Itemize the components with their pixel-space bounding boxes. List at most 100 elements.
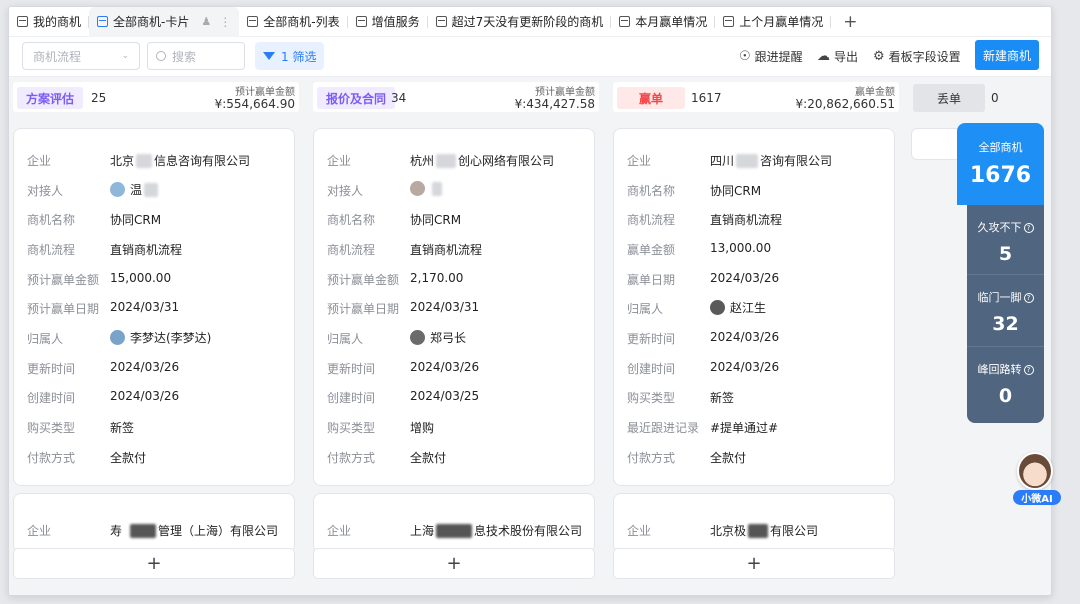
field-value: 2024/03/31	[410, 300, 480, 314]
stat-label: 久攻不下	[977, 221, 1022, 234]
field-label: 更新时间	[327, 362, 376, 376]
cloud-download-icon: ☁	[817, 48, 830, 64]
field-value: 2024/03/25	[410, 389, 480, 403]
new-opportunity-button[interactable]: 新建商机	[975, 40, 1039, 70]
flow-select[interactable]: 商机流程 ⌄	[22, 42, 140, 70]
total-label: 全部商机	[978, 141, 1023, 154]
stage-badge: 赢单	[617, 87, 686, 109]
field-label: 归属人	[27, 332, 64, 346]
field-value: 四川 咨询有限公司	[710, 153, 833, 168]
opportunity-card[interactable]: 企业 上海 息技术股份有限公司	[313, 493, 595, 553]
stage-count: 1617	[691, 91, 722, 105]
more-options-icon[interactable]: ⋮	[219, 15, 231, 29]
help-icon[interactable]: ?	[1023, 293, 1034, 303]
tab-all-opportunities-list[interactable]: 全部商机-列表	[239, 7, 348, 37]
gear-icon: ⚙	[873, 48, 885, 64]
add-card-button[interactable]: +	[313, 548, 595, 579]
field-value: 直销商机流程	[710, 213, 783, 227]
field-label: 企业	[27, 154, 52, 168]
tab-label: 增值服务	[371, 15, 420, 29]
field-value: 寿管理（上海）有限公司	[110, 523, 279, 538]
field-value: 2024/03/26	[110, 360, 180, 374]
help-icon[interactable]: ?	[1023, 365, 1034, 375]
field-settings-label: 看板字段设置	[888, 49, 961, 64]
tab-this-month-wins[interactable]: 本月赢单情况	[611, 7, 716, 37]
field-label: 赢单日期	[627, 273, 676, 287]
stage-badge: 方案评估	[17, 87, 84, 109]
field-label: 商机流程	[327, 243, 376, 257]
field-value: 2024/03/31	[110, 300, 180, 314]
add-card-button[interactable]: +	[13, 548, 295, 579]
field-label: 企业	[327, 154, 352, 168]
export-button[interactable]: ☁ 导出	[817, 42, 858, 70]
field-label: 预计赢单金额	[27, 273, 100, 287]
field-label: 最近跟进记录	[627, 421, 700, 435]
field-label: 企业	[27, 524, 52, 538]
search-input[interactable]: 搜索	[147, 42, 245, 70]
help-icon[interactable]: ?	[1023, 223, 1034, 233]
tab-label: 我的商机	[33, 15, 82, 29]
user-icon: ♟	[201, 15, 212, 28]
field-label: 预计赢单金额	[327, 273, 400, 287]
amount-value: ¥:20,862,660.51	[795, 97, 895, 111]
total-opportunities[interactable]: 全部商机 1676	[957, 123, 1044, 205]
tab-value-added-services[interactable]: 增值服务	[348, 7, 428, 37]
field-value: 全款付	[710, 451, 747, 465]
tab-my-opportunities[interactable]: 我的商机	[9, 7, 90, 37]
bell-icon: ☉	[739, 48, 751, 64]
tab-stale-7-days[interactable]: 超过7天没有更新阶段的商机	[428, 7, 612, 37]
opportunity-card[interactable]: 企业 杭州 创心网络有限公司 对接人 商机名称 协同CRM 商机流程 直销商机流程…	[313, 128, 595, 486]
field-label: 对接人	[27, 184, 64, 198]
field-value: 李梦达(李梦达)	[110, 329, 211, 346]
field-label: 商机名称	[327, 213, 376, 227]
tab-all-opportunities-card[interactable]: 全部商机-卡片 ♟ ⋮	[89, 7, 240, 37]
field-label: 对接人	[327, 184, 364, 198]
field-label: 购买类型	[327, 421, 376, 435]
export-label: 导出	[834, 49, 859, 64]
field-value: 上海 息技术股份有限公司	[410, 523, 583, 538]
field-label: 付款方式	[627, 451, 676, 465]
tab-last-month-wins[interactable]: 上个月赢单情况	[715, 7, 832, 37]
flow-select-placeholder: 商机流程	[33, 49, 82, 64]
stat-almost[interactable]: 临门一脚? 32	[967, 275, 1044, 347]
opportunity-card[interactable]: 企业 寿管理（上海）有限公司	[13, 493, 295, 553]
stat-value: 5	[998, 243, 1013, 265]
field-settings-button[interactable]: ⚙ 看板字段设置	[873, 42, 961, 70]
list-view-icon	[619, 16, 631, 27]
avatar	[110, 330, 125, 345]
field-label: 创建时间	[627, 362, 676, 376]
add-tab-icon[interactable]: +	[843, 12, 857, 32]
add-card-button[interactable]: +	[613, 548, 895, 579]
field-label: 商机流程	[27, 243, 76, 257]
avatar	[410, 181, 425, 196]
search-placeholder: 搜索	[172, 49, 197, 64]
field-value: 2,170.00	[410, 271, 464, 285]
opportunity-card[interactable]: 企业 北京 信息咨询有限公司 对接人 温 商机名称 协同CRM 商机流程 直销商机…	[13, 128, 295, 486]
opportunity-card[interactable]: 企业 四川 咨询有限公司 商机名称 协同CRM 商机流程 直销商机流程 赢单金额 …	[613, 128, 895, 486]
field-value: 增购	[410, 421, 435, 435]
amount-value: ¥:434,427.58	[514, 97, 595, 111]
follow-reminder-button[interactable]: ☉ 跟进提醒	[739, 42, 803, 70]
field-label: 赢单金额	[627, 243, 676, 257]
field-value: 13,000.00	[710, 241, 772, 255]
field-value: 2024/03/26	[410, 360, 480, 374]
field-value: 全款付	[410, 451, 447, 465]
field-value: 北京 信息咨询有限公司	[110, 153, 251, 168]
field-value: 直销商机流程	[110, 243, 183, 257]
field-label: 购买类型	[27, 421, 76, 435]
stage-count: 0	[991, 91, 999, 105]
tab-label: 全部商机-列表	[263, 15, 340, 29]
field-value: 2024/03/26	[710, 360, 780, 374]
field-label: 商机名称	[627, 184, 676, 198]
ai-assistant-button[interactable]: 小微AI	[1008, 452, 1061, 510]
tab-label: 上个月赢单情况	[739, 15, 824, 29]
amount-label: 预计赢单金额	[235, 87, 295, 98]
field-value: 温	[110, 181, 160, 198]
list-view-icon	[247, 16, 259, 27]
field-label: 更新时间	[27, 362, 76, 376]
filter-button[interactable]: 1 筛选	[255, 42, 325, 70]
stat-stuck[interactable]: 久攻不下? 5	[967, 205, 1044, 275]
field-value: 15,000.00	[110, 271, 172, 285]
opportunity-card[interactable]: 企业 北京极 有限公司	[613, 493, 895, 553]
stat-turnaround[interactable]: 峰回路转? 0	[967, 347, 1044, 423]
